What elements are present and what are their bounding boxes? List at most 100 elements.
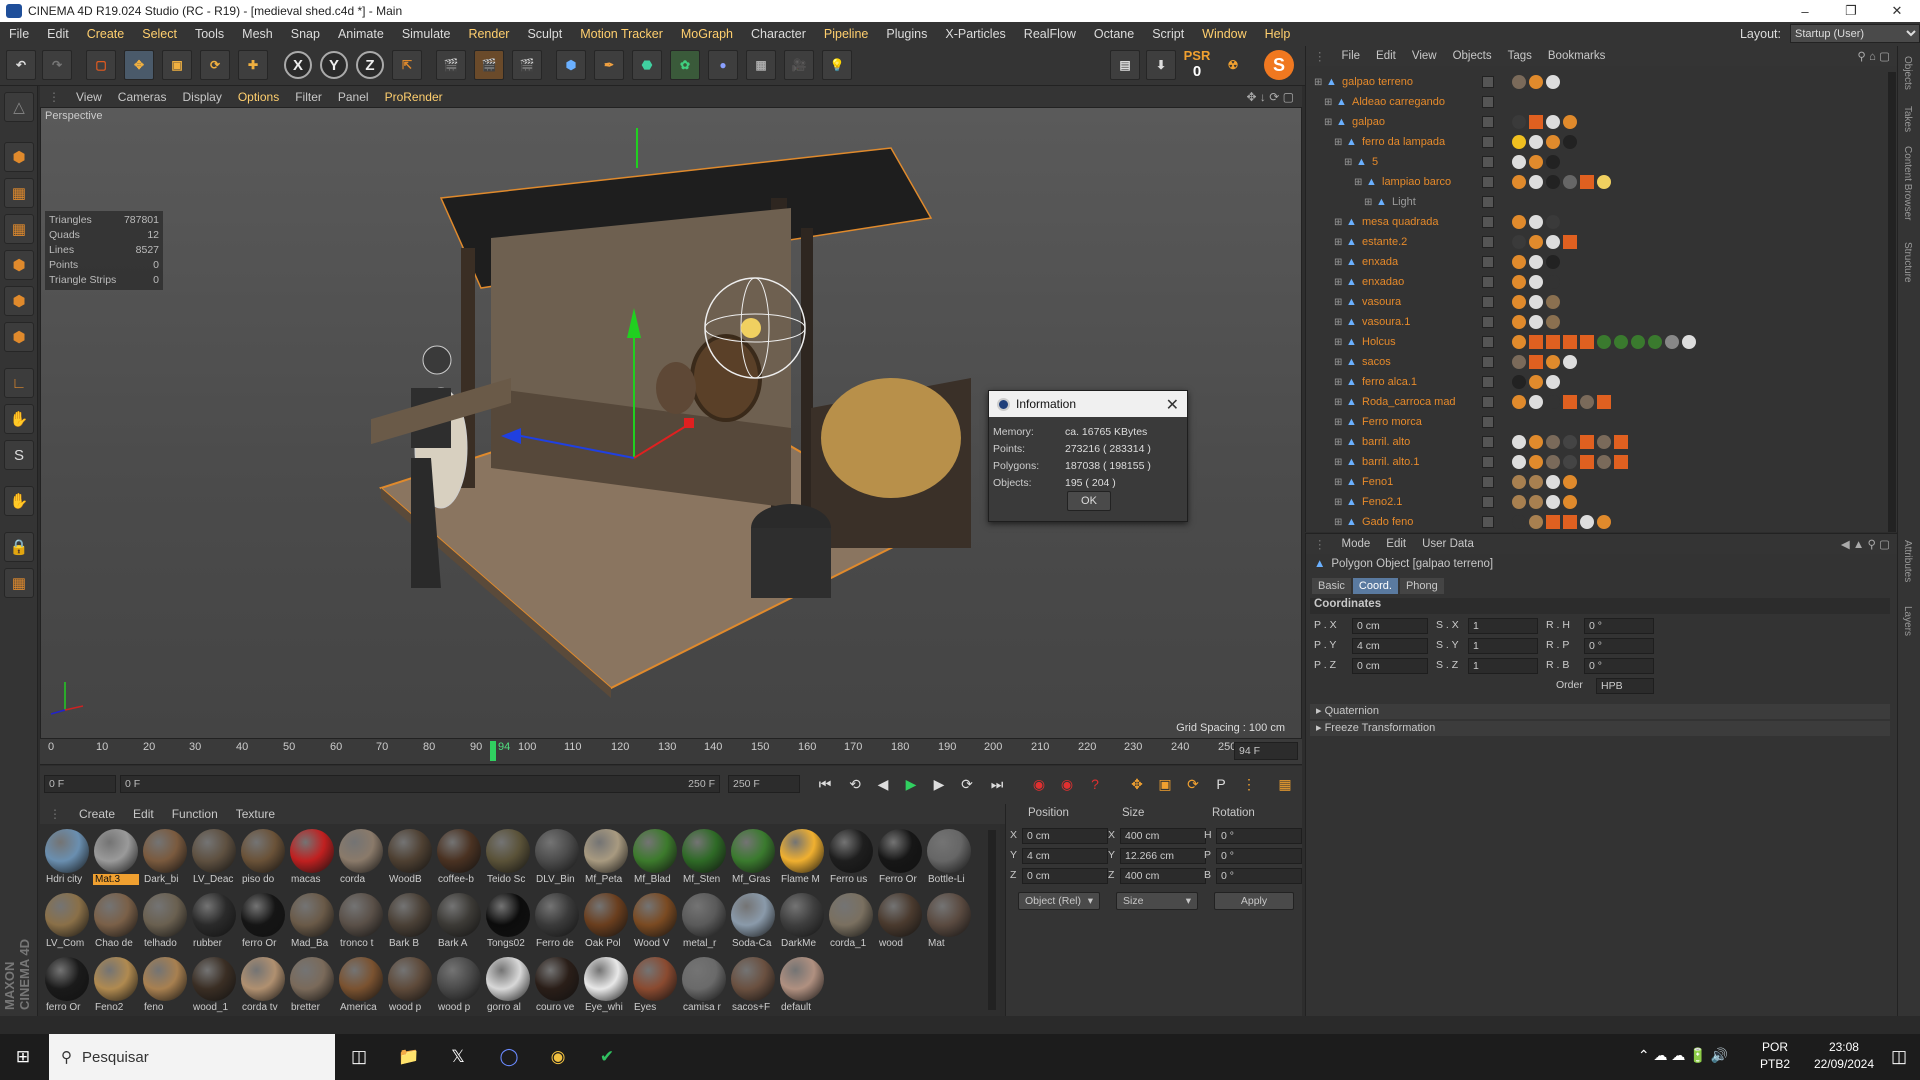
order-dropdown[interactable]: HPB (1596, 678, 1654, 694)
expand-icon[interactable]: ⊞ (1334, 377, 1342, 388)
material-swatch[interactable]: wood (877, 892, 923, 954)
attr-rot-b-field[interactable]: 0 ° (1584, 658, 1654, 674)
object-row[interactable]: ⊞ ▲ Feno2.1 (1306, 492, 1886, 512)
start-frame-field[interactable]: 0 F (44, 775, 116, 793)
object-tag-icon[interactable] (1529, 155, 1543, 169)
object-tag-icon[interactable] (1546, 295, 1560, 309)
file-explorer-icon[interactable]: 📁 (394, 1042, 424, 1072)
object-tag-icon[interactable] (1580, 175, 1594, 189)
expand-icon[interactable]: ⊞ (1334, 137, 1342, 148)
cloner-icon[interactable]: ✿ (670, 50, 700, 80)
key-rotation-icon[interactable]: ⟳ (1180, 771, 1206, 797)
material-swatch[interactable]: Oak Pol (583, 892, 629, 954)
menu-motion-tracker[interactable]: Motion Tracker (571, 27, 672, 41)
material-swatch[interactable]: Eyes (632, 956, 678, 1018)
rotate-tool-icon[interactable]: ⟳ (200, 50, 230, 80)
material-swatch[interactable]: Feno2 (93, 956, 139, 1018)
freeze-transformation-section[interactable]: ▸ Freeze Transformation (1310, 721, 1890, 736)
object-tag-icon[interactable] (1665, 335, 1679, 349)
object-name[interactable]: Feno1 (1362, 476, 1393, 488)
menu-create[interactable]: Create (78, 27, 134, 41)
object-tag-icon[interactable] (1597, 335, 1611, 349)
om-menu-view[interactable]: View (1404, 50, 1445, 62)
menu-x-particles[interactable]: X-Particles (936, 27, 1014, 41)
attr-pos-z-field[interactable]: 0 cm (1352, 658, 1428, 674)
dialog-close-icon[interactable]: ✕ (1166, 395, 1179, 415)
material-swatch[interactable]: bretter (289, 956, 335, 1018)
object-tag-icon[interactable] (1529, 215, 1543, 229)
go-to-end-icon[interactable]: ⏭ (984, 771, 1010, 797)
object-tag-icon[interactable] (1529, 255, 1543, 269)
expand-icon[interactable]: ⊞ (1344, 157, 1352, 168)
object-tag-icon[interactable] (1563, 495, 1577, 509)
prev-key-icon[interactable]: ⟲ (842, 771, 868, 797)
visibility-toggle[interactable] (1482, 516, 1494, 528)
object-name[interactable]: 5 (1372, 156, 1378, 168)
layout-dropdown[interactable]: Startup (User) (1790, 24, 1920, 43)
expand-icon[interactable]: ⊞ (1334, 257, 1342, 268)
vp-menu-filter[interactable]: Filter (287, 90, 330, 104)
object-tag-icon[interactable] (1512, 135, 1526, 149)
object-tag-icon[interactable] (1614, 335, 1628, 349)
object-row[interactable]: ⊞ ▲ Gado feno (1306, 512, 1886, 532)
menu-plugins[interactable]: Plugins (877, 27, 936, 41)
menu-file[interactable]: File (0, 27, 38, 41)
material-swatch[interactable]: ferro Or (240, 892, 286, 954)
menu-edit[interactable]: Edit (38, 27, 78, 41)
task-view-icon[interactable]: ◫ (344, 1042, 374, 1072)
rot-b-field[interactable]: 0 ° (1216, 868, 1302, 884)
material-swatch[interactable]: Mf_Sten (681, 828, 727, 890)
object-name[interactable]: Feno2.1 (1362, 496, 1402, 508)
expand-icon[interactable]: ⊞ (1334, 337, 1342, 348)
redo-icon[interactable]: ↷ (42, 50, 72, 80)
tab-attributes-vertical[interactable]: Attributes (1902, 540, 1913, 582)
object-tag-icon[interactable] (1546, 235, 1560, 249)
apply-button[interactable]: Apply (1214, 892, 1294, 910)
language-indicator[interactable]: POR PTB2 (1760, 1039, 1790, 1073)
object-name[interactable]: enxada (1362, 256, 1398, 268)
expand-icon[interactable]: ⊞ (1334, 457, 1342, 468)
object-tag-icon[interactable] (1529, 435, 1543, 449)
material-swatch[interactable]: Bark B (387, 892, 433, 954)
expand-icon[interactable]: ⊞ (1334, 497, 1342, 508)
object-tag-icon[interactable] (1563, 135, 1577, 149)
vp-menu-view[interactable]: View (68, 90, 110, 104)
material-scrollbar[interactable] (988, 830, 996, 1010)
material-swatch[interactable]: Bark A (436, 892, 482, 954)
object-tag-icon[interactable] (1512, 435, 1526, 449)
object-tag-icon[interactable] (1546, 495, 1560, 509)
object-tag-icon[interactable] (1563, 455, 1577, 469)
play-icon[interactable]: ▶ (898, 771, 924, 797)
material-swatch[interactable]: Mat.3 (93, 828, 139, 890)
om-menu-tags[interactable]: Tags (1500, 50, 1540, 62)
material-swatch[interactable]: sacos+F (730, 956, 776, 1018)
y-axis-lock-icon[interactable]: Y (320, 51, 348, 79)
expand-icon[interactable]: ⊞ (1314, 77, 1322, 88)
object-row[interactable]: ⊞ ▲ enxadao (1306, 272, 1886, 292)
tweak-mode-icon[interactable]: ✋ (4, 404, 34, 434)
object-name[interactable]: Light (1392, 196, 1416, 208)
am-menu-user-data[interactable]: User Data (1414, 538, 1482, 550)
key-scale-icon[interactable]: ▣ (1152, 771, 1178, 797)
key-parameter-icon[interactable]: P (1208, 771, 1234, 797)
material-swatch[interactable]: default (779, 956, 825, 1018)
object-tag-icon[interactable] (1682, 335, 1696, 349)
om-menu-objects[interactable]: Objects (1445, 50, 1500, 62)
object-tag-icon[interactable] (1580, 515, 1594, 529)
next-frame-icon[interactable]: ▶ (926, 771, 952, 797)
object-tag-icon[interactable] (1597, 515, 1611, 529)
object-tag-icon[interactable] (1529, 335, 1543, 349)
cube-object-icon[interactable]: ⬢ (556, 50, 586, 80)
menu-help[interactable]: Help (1256, 27, 1300, 41)
render-view-icon[interactable]: 🎬 (436, 50, 466, 80)
render-to-picture-viewer-icon[interactable]: 🎬 (474, 50, 504, 80)
object-tag-icon[interactable] (1563, 335, 1577, 349)
subdivision-icon[interactable]: ⬣ (632, 50, 662, 80)
rot-p-field[interactable]: 0 ° (1216, 848, 1302, 864)
object-tag-icon[interactable] (1563, 435, 1577, 449)
material-swatch[interactable]: LV_Deac (191, 828, 237, 890)
om-search-icon[interactable]: ⚲ ⌂ ▢ (1849, 49, 1898, 63)
material-swatch[interactable]: Tongs02 (485, 892, 531, 954)
object-tag-icon[interactable] (1546, 335, 1560, 349)
material-swatch[interactable]: macas (289, 828, 335, 890)
